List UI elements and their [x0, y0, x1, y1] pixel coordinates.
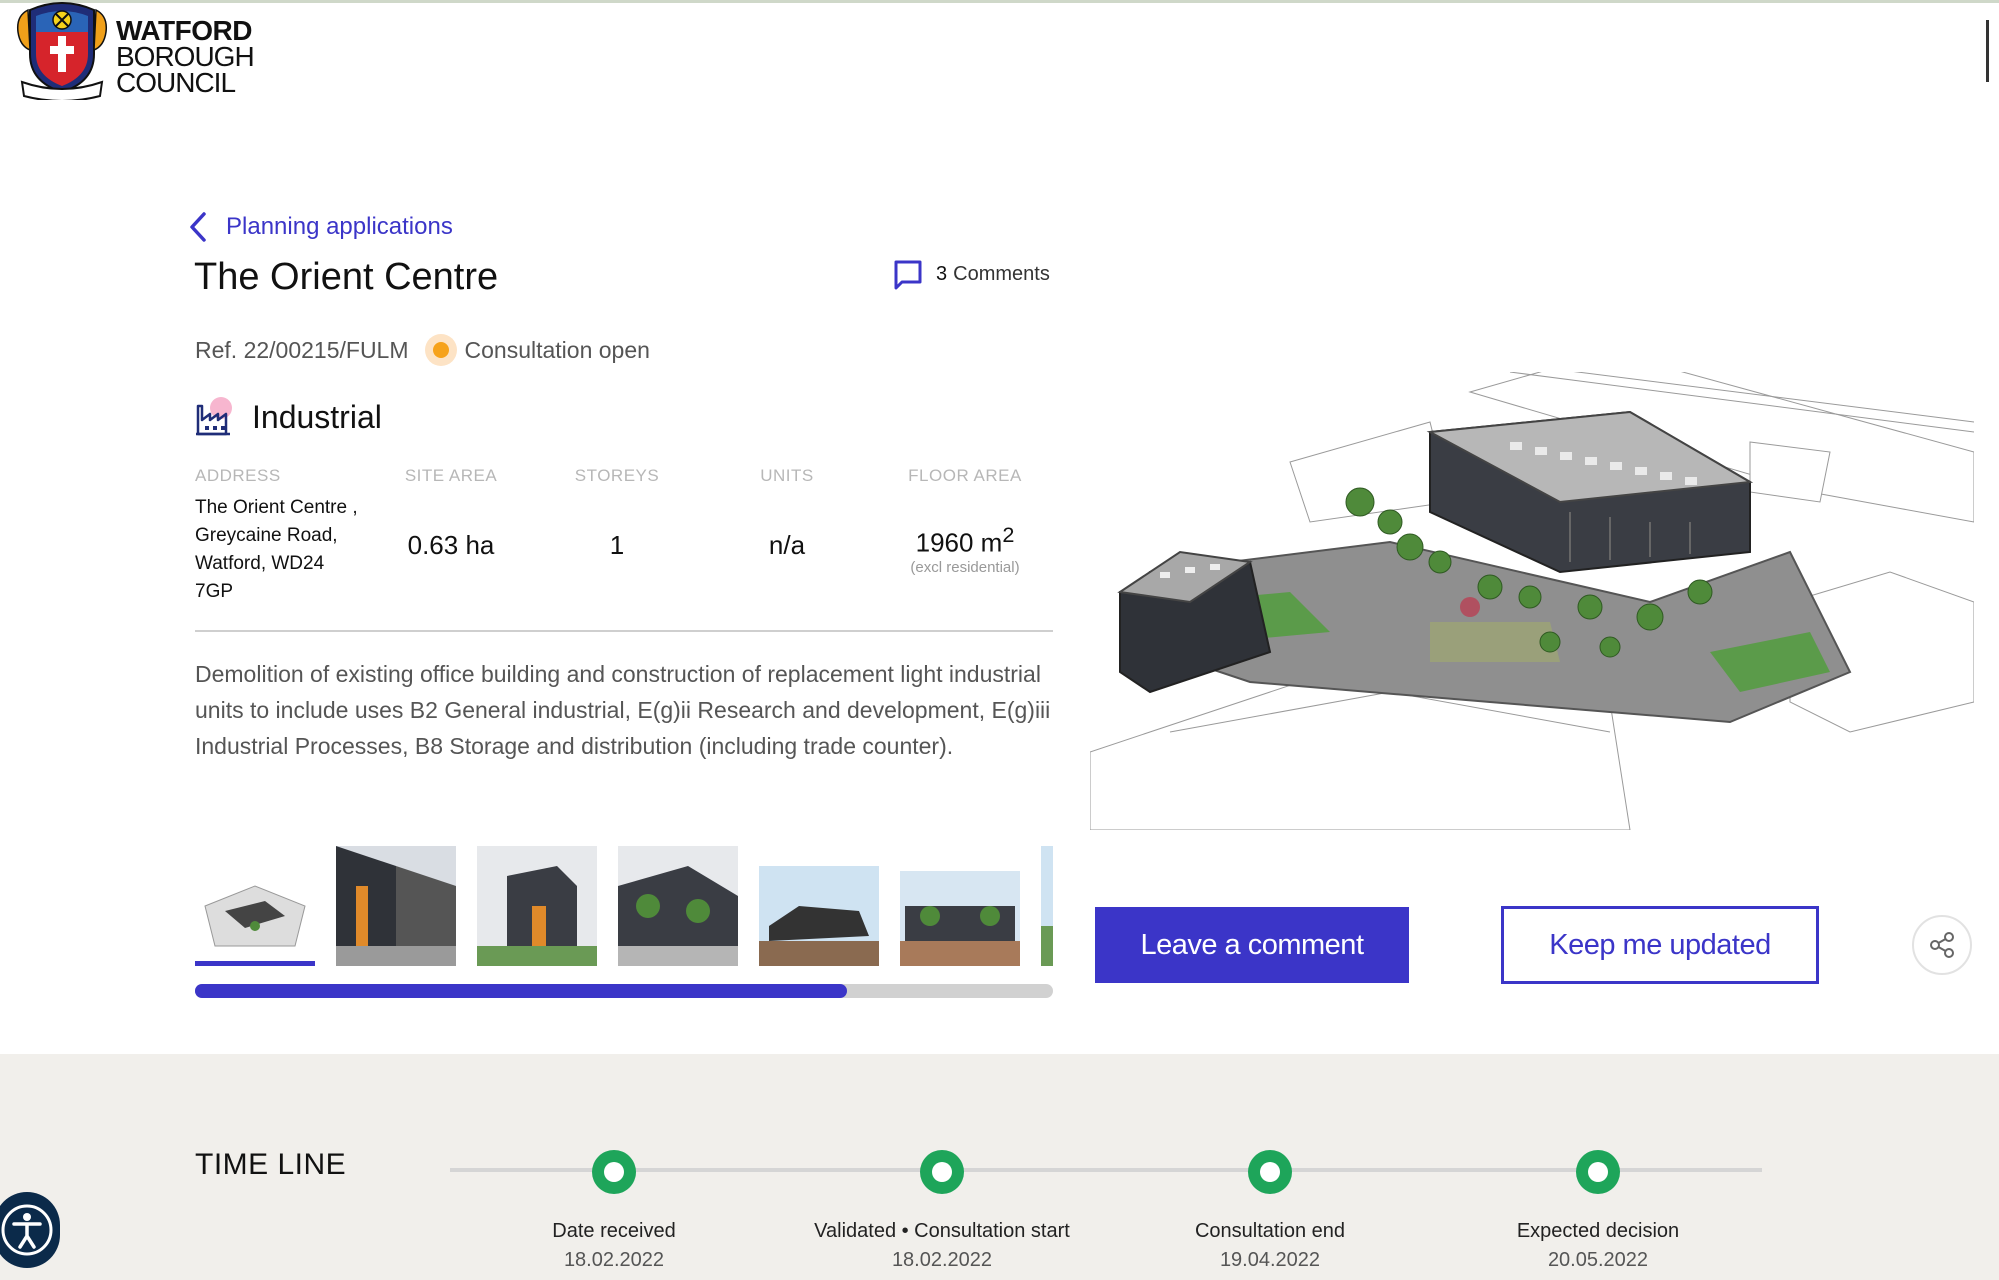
fact-units-label: UNITS — [760, 466, 814, 485]
timeline-step-date: 19.04.2022 — [1219, 1249, 1321, 1271]
fact-address-value: The Orient Centre , Greycaine Road, Watf… — [195, 494, 375, 606]
fact-floor-area-label: FLOOR AREA — [908, 466, 1022, 485]
comments-label: Comments — [953, 262, 1050, 285]
reference-number: Ref. 22/00215/FULM — [195, 336, 409, 363]
status-indicator-icon — [424, 334, 457, 366]
timeline-step: Expected decision 20.05.2022 — [1458, 1150, 1738, 1272]
application-description: Demolition of existing office building a… — [195, 661, 1051, 759]
chevron-left-icon — [190, 212, 206, 242]
fact-units: UNITS n/a — [737, 466, 837, 561]
accessibility-button[interactable] — [0, 1192, 60, 1268]
floor-area-unit-power: 2 — [1002, 522, 1015, 547]
timeline-done-icon — [1248, 1150, 1292, 1194]
gallery-thumbnail[interactable] — [618, 846, 738, 966]
timeline-done-icon — [592, 1150, 636, 1194]
gallery-thumbnail[interactable] — [900, 846, 1020, 966]
gallery-thumbnail[interactable] — [477, 846, 597, 966]
timeline-title: TIME LINE — [195, 1148, 347, 1181]
breadcrumb-label: Planning applications — [226, 213, 453, 240]
timeline-step-date: 18.02.2022 — [891, 1249, 993, 1271]
address-line: 7GP — [195, 581, 234, 602]
timeline-step-label: Date received — [552, 1220, 676, 1242]
timeline-done-icon — [920, 1150, 964, 1194]
timeline-step-date: 18.02.2022 — [563, 1249, 665, 1271]
fact-floor-area: FLOOR AREA 1960 m2 (excl residential) — [895, 466, 1035, 576]
gallery-thumbnail[interactable] — [336, 846, 456, 966]
fact-site-area: SITE AREA 0.63 ha — [391, 466, 511, 561]
logo-wordmark: WATFORD BOROUGH COUNCIL — [116, 17, 255, 98]
fact-address: ADDRESS The Orient Centre , Greycaine Ro… — [195, 466, 375, 606]
category-label: Industrial — [252, 398, 382, 435]
keep-me-updated-button[interactable]: Keep me updated — [1501, 906, 1819, 984]
fact-units-value: n/a — [768, 530, 806, 560]
site-rendering-image — [1090, 372, 1974, 830]
back-to-planning-applications[interactable]: Planning applications — [186, 210, 453, 244]
top-border — [0, 0, 1999, 3]
reference-row: Ref. 22/00215/FULM Consultation open — [195, 334, 650, 366]
address-line: The Orient Centre , — [195, 497, 358, 518]
fact-floor-area-value: 1960 m2 — [895, 522, 1035, 559]
gallery-thumbnail[interactable] — [1041, 846, 1053, 966]
share-icon — [1930, 932, 1954, 958]
fact-floor-area-note: (excl residential) — [910, 558, 1020, 576]
timeline-step: Consultation end 19.04.2022 — [1130, 1150, 1410, 1272]
fact-site-area-value: 0.63 ha — [407, 530, 495, 560]
timeline-step: Date received 18.02.2022 — [474, 1150, 754, 1272]
accessibility-icon — [1, 1204, 53, 1256]
fact-storeys-value: 1 — [609, 530, 625, 560]
page-scrollbar[interactable] — [1986, 20, 1989, 82]
timeline-step-label: Expected decision — [1516, 1220, 1680, 1242]
factory-icon — [196, 397, 232, 436]
comments-link[interactable]: 3 Comments — [892, 258, 1050, 290]
timeline-done-icon — [1576, 1150, 1620, 1194]
timeline-step-label: Validated • Consultation start — [814, 1220, 1070, 1242]
comments-count: 3 — [936, 262, 948, 285]
timeline-step-date: 20.05.2022 — [1547, 1249, 1649, 1271]
fact-storeys-label: STOREYS — [574, 466, 660, 485]
page-title: The Orient Centre — [194, 256, 499, 298]
leave-comment-button[interactable]: Leave a comment — [1095, 907, 1409, 983]
logo-line-3: COUNCIL — [116, 67, 236, 98]
hero-image[interactable] — [1090, 372, 1974, 830]
council-logo[interactable]: WATFORD BOROUGH COUNCIL — [16, 2, 266, 102]
share-button[interactable] — [1912, 915, 1972, 975]
council-crest-icon — [16, 2, 108, 100]
address-line: Greycaine Road, — [195, 525, 338, 546]
fact-storeys: STOREYS 1 — [567, 466, 667, 561]
gallery-scrollbar-thumb[interactable] — [195, 984, 848, 998]
timeline-step-label: Consultation end — [1194, 1220, 1346, 1242]
gallery-thumbnail[interactable] — [759, 846, 879, 966]
fact-site-area-label: SITE AREA — [404, 466, 498, 485]
fact-address-label: ADDRESS — [195, 466, 281, 485]
gallery-scrollbar[interactable] — [195, 984, 1053, 998]
category: Industrial — [194, 396, 382, 438]
floor-area-number: 1960 m — [915, 527, 1003, 558]
status-label: Consultation open — [464, 336, 650, 363]
image-gallery[interactable] — [195, 846, 1053, 970]
gallery-thumbnail[interactable] — [195, 846, 315, 966]
timeline-step: Validated • Consultation start 18.02.202… — [802, 1150, 1082, 1272]
comment-icon — [894, 260, 922, 290]
address-line: Watford, WD24 — [195, 553, 325, 574]
application-facts: ADDRESS The Orient Centre , Greycaine Ro… — [195, 466, 1053, 632]
